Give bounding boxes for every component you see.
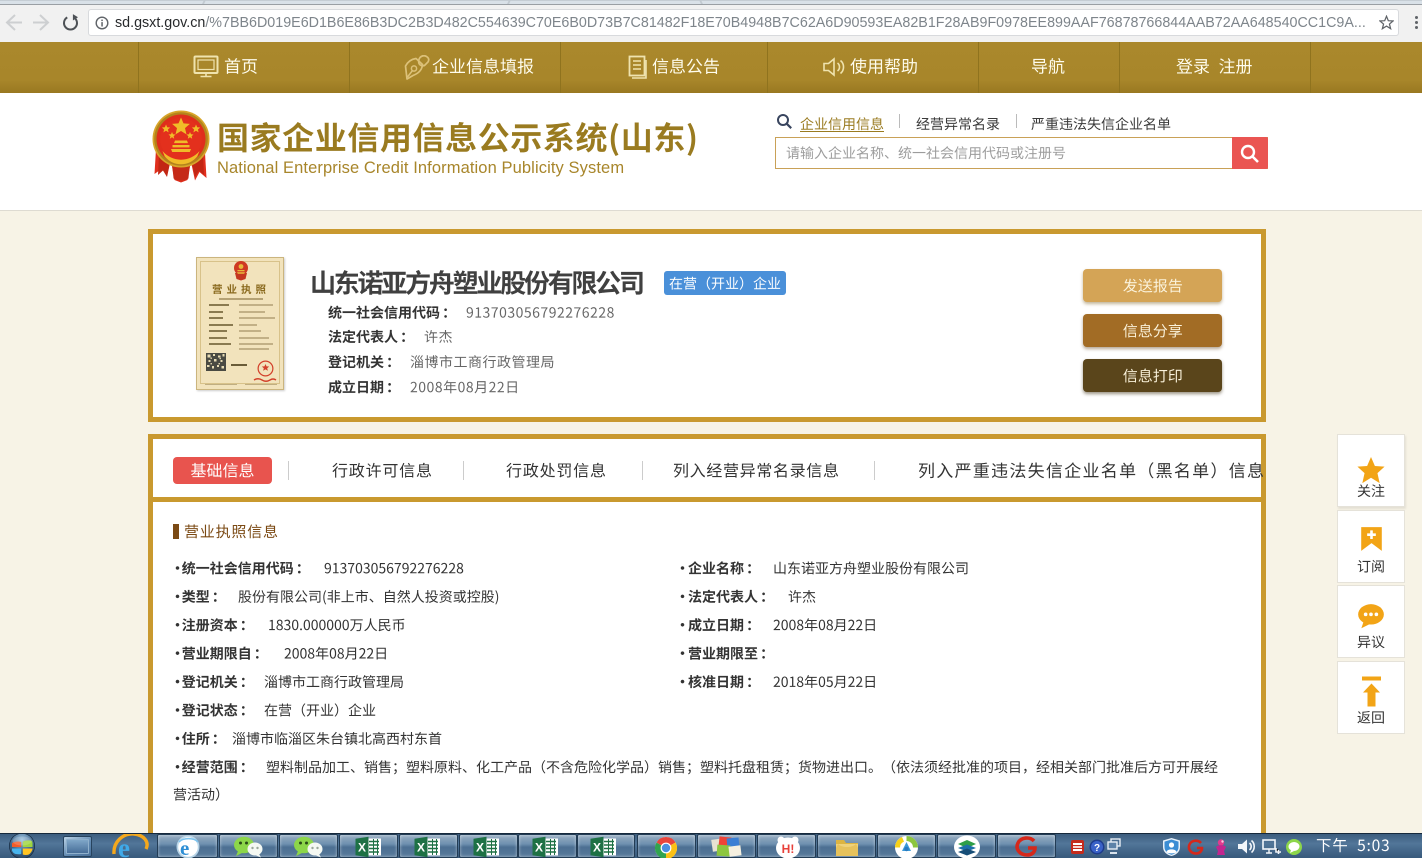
svg-text:e: e xyxy=(118,833,130,858)
svg-text:X: X xyxy=(593,841,601,855)
svg-text:X: X xyxy=(417,841,425,855)
svg-text:H!: H! xyxy=(782,842,795,856)
svg-text:?: ? xyxy=(1094,843,1100,854)
svg-text:X: X xyxy=(476,841,484,855)
svg-text:X: X xyxy=(358,841,366,855)
svg-text:X: X xyxy=(535,841,543,855)
